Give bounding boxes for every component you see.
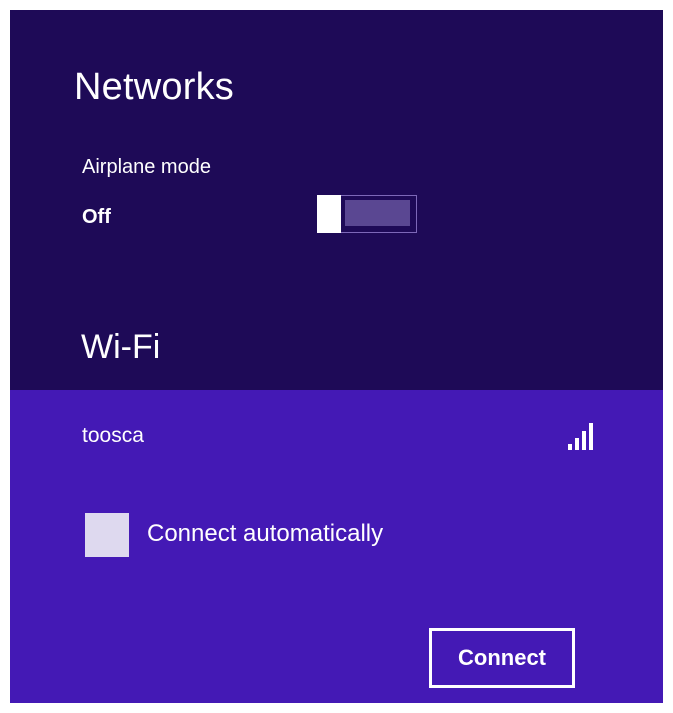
signal-bar-3 [582, 431, 586, 450]
wifi-section-header: Wi-Fi [81, 328, 161, 366]
networks-panel: Networks Airplane mode Off Wi-Fi toosca … [10, 10, 663, 703]
wifi-network-item[interactable]: toosca [10, 408, 663, 468]
network-name: toosca [82, 424, 144, 447]
toggle-fill [345, 200, 410, 226]
connect-automatically-checkbox[interactable] [85, 513, 129, 557]
connect-button[interactable]: Connect [429, 628, 575, 688]
signal-bar-4 [589, 423, 593, 450]
connect-automatically-label[interactable]: Connect automatically [147, 520, 383, 548]
toggle-thumb[interactable] [317, 195, 341, 233]
wifi-signal-icon [568, 423, 593, 450]
page-title: Networks [74, 66, 234, 108]
airplane-mode-state: Off [82, 206, 111, 228]
airplane-mode-toggle[interactable] [317, 195, 417, 233]
airplane-mode-label: Airplane mode [82, 156, 211, 178]
signal-bar-1 [568, 444, 572, 450]
signal-bar-2 [575, 438, 579, 450]
